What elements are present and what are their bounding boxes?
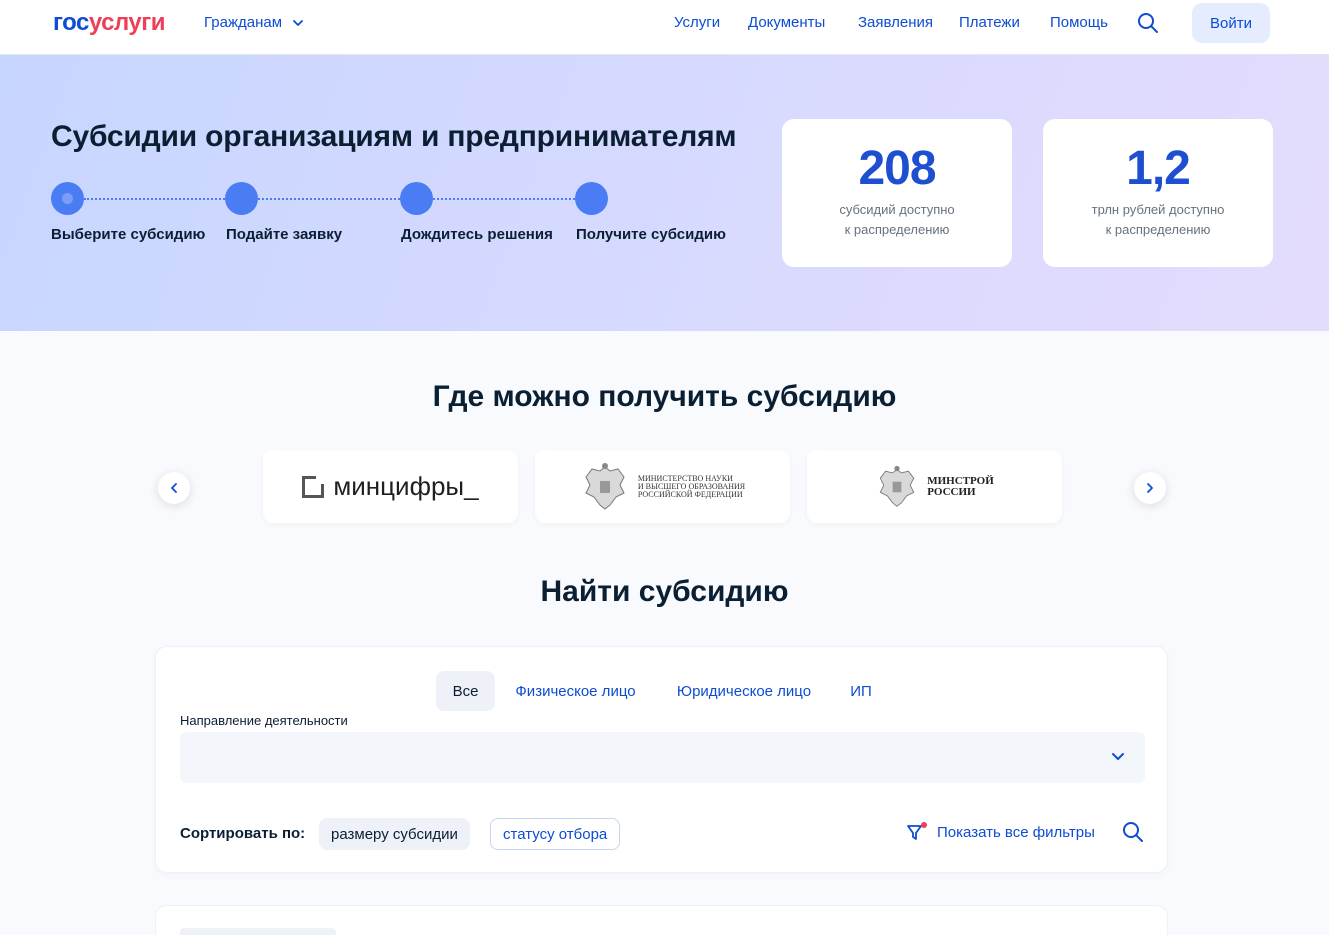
step-marker-2 — [225, 182, 258, 215]
result-tag-placeholder — [180, 928, 336, 935]
tab-entrepreneur[interactable]: ИП — [840, 671, 882, 711]
stat-caption: субсидий доступно к распределению — [782, 200, 1012, 240]
step-connector — [84, 198, 225, 200]
page-title: Субсидии организациям и предпринимателям — [51, 120, 737, 153]
stat-caption-line: субсидий доступно — [839, 202, 955, 217]
sort-label: Сортировать по: — [180, 825, 306, 842]
stat-card-subsidies: 208 субсидий доступно к распределению — [782, 119, 1012, 267]
stat-caption-line: трлн рублей доступно — [1091, 202, 1225, 217]
coat-of-arms-icon — [879, 465, 915, 507]
search-icon[interactable] — [1137, 12, 1159, 34]
nav-documents[interactable]: Документы — [748, 14, 825, 31]
chevron-down-icon — [293, 19, 303, 26]
tab-individual[interactable]: Физическое лицо — [504, 671, 647, 711]
site-header: госуслуги Гражданам Услуги Документы Зая… — [0, 0, 1329, 55]
direction-select[interactable] — [180, 732, 1145, 783]
minstroy-name-line: МИНСТРОЙ — [927, 474, 994, 487]
minobrnauki-name: Министерство науки и высшего образования… — [637, 474, 745, 499]
login-button[interactable]: Войти — [1192, 3, 1270, 43]
tab-all[interactable]: Все — [436, 671, 495, 711]
show-filters-label: Показать все фильтры — [937, 823, 1095, 841]
mincifry-logo: минцифры_ — [302, 471, 479, 502]
tab-legal-entity[interactable]: Юридическое лицо — [664, 671, 824, 711]
chevron-right-icon — [1147, 483, 1153, 493]
mincifry-wordmark: минцифры_ — [333, 471, 479, 501]
stat-value: 208 — [858, 142, 936, 195]
nav-services[interactable]: Услуги — [674, 14, 720, 31]
minobrnauki-logo: Министерство науки и высшего образования… — [580, 461, 745, 513]
minstroy-name: МИНСТРОЙ РОССИИ — [927, 474, 994, 498]
sort-by-amount-chip[interactable]: размеру субсидии — [319, 818, 470, 850]
filter-icon — [907, 822, 927, 840]
stat-caption-line: к распределению — [844, 222, 950, 237]
logo-card-minobrnauki[interactable]: Министерство науки и высшего образования… — [535, 450, 790, 523]
carousel-prev-button[interactable] — [158, 472, 190, 504]
step-marker-4 — [575, 182, 608, 215]
nav-help[interactable]: Помощь — [1050, 14, 1108, 31]
stat-caption-line: к распределению — [1105, 222, 1211, 237]
nav-payments[interactable]: Платежи — [959, 14, 1020, 31]
step-label-4: Получите субсидию — [576, 226, 726, 243]
carousel-next-button[interactable] — [1134, 472, 1166, 504]
direction-label: Направление деятельности — [180, 713, 348, 728]
logo-card-mincifry[interactable]: минцифры_ — [263, 450, 518, 523]
chevron-down-icon — [1112, 753, 1124, 760]
show-filters-link[interactable]: Показать все фильтры — [906, 822, 1095, 842]
step-connector — [258, 198, 400, 200]
filter-panel: Все Физическое лицо Юридическое лицо ИП … — [155, 646, 1168, 873]
stat-value: 1,2 — [1126, 142, 1191, 195]
nav-applications[interactable]: Заявления — [858, 14, 933, 31]
sort-by-status-chip[interactable]: статусу отбора — [490, 818, 621, 850]
audience-dropdown[interactable]: Гражданам — [204, 14, 304, 31]
section-title-find: Найти субсидию — [540, 575, 789, 608]
mincifry-mark-icon — [302, 475, 325, 498]
logo-card-minstroy[interactable]: МИНСТРОЙ РОССИИ — [807, 450, 1062, 523]
hero-banner: Субсидии организациям и предпринимателям… — [0, 55, 1329, 331]
stat-card-funds: 1,2 трлн рублей доступно к распределению — [1043, 119, 1273, 267]
logo-part-uslugi: услуги — [88, 9, 166, 36]
step-label-3: Дождитесь решения — [401, 226, 553, 243]
step-label-2: Подайте заявку — [226, 226, 343, 243]
section-title-where: Где можно получить субсидию — [432, 380, 897, 413]
logo-part-gos: гос — [53, 9, 89, 36]
stat-caption: трлн рублей доступно к распределению — [1043, 200, 1273, 240]
gosuslugi-logo[interactable]: госуслуги — [53, 9, 166, 37]
step-connector — [433, 198, 575, 200]
minstroy-logo: МИНСТРОЙ РОССИИ — [875, 463, 994, 511]
step-marker-3 — [400, 182, 433, 215]
audience-label: Гражданам — [204, 14, 283, 31]
subsidy-result-card[interactable] — [155, 905, 1168, 935]
step-marker-1 — [51, 182, 84, 215]
coat-of-arms-icon — [585, 462, 625, 510]
minstroy-name-line: РОССИИ — [927, 485, 976, 498]
chevron-left-icon — [171, 483, 177, 493]
search-icon[interactable] — [1122, 821, 1144, 843]
minobrnauki-name-line: Российской Федерации — [637, 489, 743, 499]
step-label-1: Выберите субсидию — [51, 226, 206, 243]
